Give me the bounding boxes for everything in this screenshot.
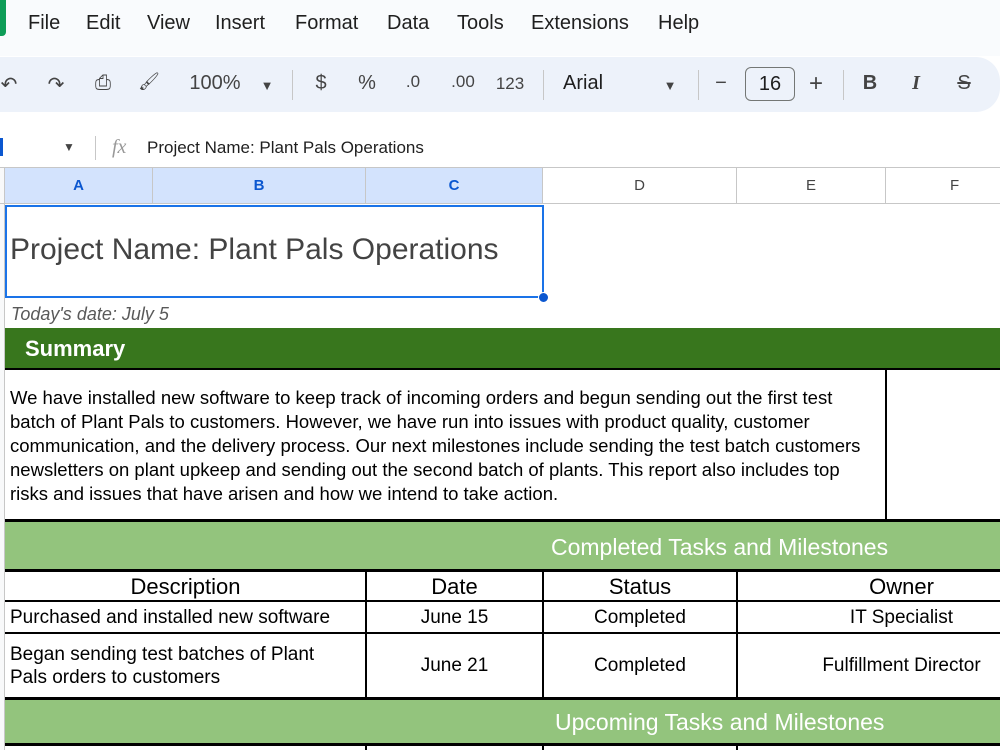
menu-file[interactable]: File: [28, 12, 60, 35]
fill-handle[interactable]: [538, 292, 549, 303]
border: [5, 743, 1000, 746]
menu-insert[interactable]: Insert: [215, 12, 265, 35]
redo-icon[interactable]: ↷: [44, 72, 68, 97]
menu-extensions[interactable]: Extensions: [531, 12, 629, 35]
strikethrough-button[interactable]: S: [952, 72, 976, 95]
divider: [843, 70, 844, 100]
formula-input[interactable]: Project Name: Plant Pals Operations: [147, 138, 424, 158]
column-header-a[interactable]: A: [5, 168, 153, 204]
row2-description: Began sending test batches of Plant Pals…: [10, 644, 315, 688]
column-header-f[interactable]: F: [886, 168, 1000, 204]
column-header-e[interactable]: E: [737, 168, 886, 204]
row1-owner: IT Specialist: [849, 607, 954, 628]
border: [736, 745, 738, 750]
number-format-button[interactable]: 123: [494, 74, 526, 94]
border: [542, 570, 544, 698]
summary-header-band: [5, 328, 1000, 369]
italic-button[interactable]: I: [906, 72, 926, 95]
font-size-input[interactable]: 16: [745, 67, 795, 101]
percent-button[interactable]: %: [356, 72, 378, 95]
increase-font-size-button[interactable]: +: [805, 70, 827, 98]
column-header-c[interactable]: C: [366, 168, 543, 204]
menu-edit[interactable]: Edit: [86, 12, 120, 35]
header-description: Description: [130, 574, 241, 599]
zoom-select[interactable]: 100%: [185, 72, 245, 95]
summary-text: We have installed new software to keep t…: [10, 387, 861, 504]
font-select[interactable]: Arial: [563, 72, 613, 95]
project-title: Project Name: Plant Pals Operations: [10, 233, 499, 266]
row2-status: Completed: [594, 655, 686, 676]
chevron-down-icon[interactable]: ▼: [258, 78, 276, 93]
chevron-down-icon[interactable]: ▼: [662, 78, 678, 93]
column-header-b[interactable]: B: [153, 168, 366, 204]
name-box[interactable]: [0, 138, 3, 156]
menu-help[interactable]: Help: [658, 12, 699, 35]
summary-header: Summary: [25, 336, 126, 361]
fx-icon: fx: [112, 136, 127, 158]
undo-icon[interactable]: ↶: [0, 72, 18, 97]
row2-owner: Fulfillment Director: [822, 655, 981, 676]
border: [5, 569, 1000, 572]
row1-status: Completed: [594, 607, 686, 628]
divider: [292, 70, 293, 100]
row1-date: June 15: [420, 607, 489, 628]
border: [5, 368, 1000, 370]
border: [885, 369, 887, 521]
divider: [698, 70, 699, 100]
border: [736, 570, 738, 698]
decrease-decimal-button[interactable]: .0: [400, 72, 426, 92]
increase-decimal-button[interactable]: .00: [448, 72, 478, 92]
divider: [95, 136, 96, 160]
upcoming-header: Upcoming Tasks and Milestones: [555, 709, 885, 735]
menu-data[interactable]: Data: [387, 12, 429, 35]
border: [365, 570, 367, 698]
row2-date: June 21: [420, 655, 489, 676]
decrease-font-size-button[interactable]: −: [710, 72, 732, 95]
menu-format[interactable]: Format: [295, 12, 358, 35]
bold-button[interactable]: B: [860, 72, 880, 95]
border: [365, 745, 367, 750]
paint-format-icon[interactable]: 🖌: [137, 72, 161, 92]
print-icon[interactable]: ⎙: [90, 72, 116, 95]
header-status: Status: [608, 574, 672, 599]
column-header-d[interactable]: D: [543, 168, 737, 204]
sheets-logo[interactable]: [0, 0, 6, 36]
divider: [543, 70, 544, 100]
completed-header: Completed Tasks and Milestones: [551, 534, 889, 560]
header-date: Date: [431, 574, 478, 599]
chevron-down-icon[interactable]: ▼: [63, 140, 75, 154]
border: [5, 600, 1000, 602]
header-owner: Owner: [869, 574, 934, 599]
menu-tools[interactable]: Tools: [457, 12, 504, 35]
row1-description: Purchased and installed new software: [10, 607, 331, 628]
border: [542, 745, 544, 750]
currency-button[interactable]: $: [310, 72, 332, 95]
date-label: Today's date: July 5: [11, 304, 169, 324]
menu-view[interactable]: View: [147, 12, 190, 35]
border: [5, 632, 1000, 634]
